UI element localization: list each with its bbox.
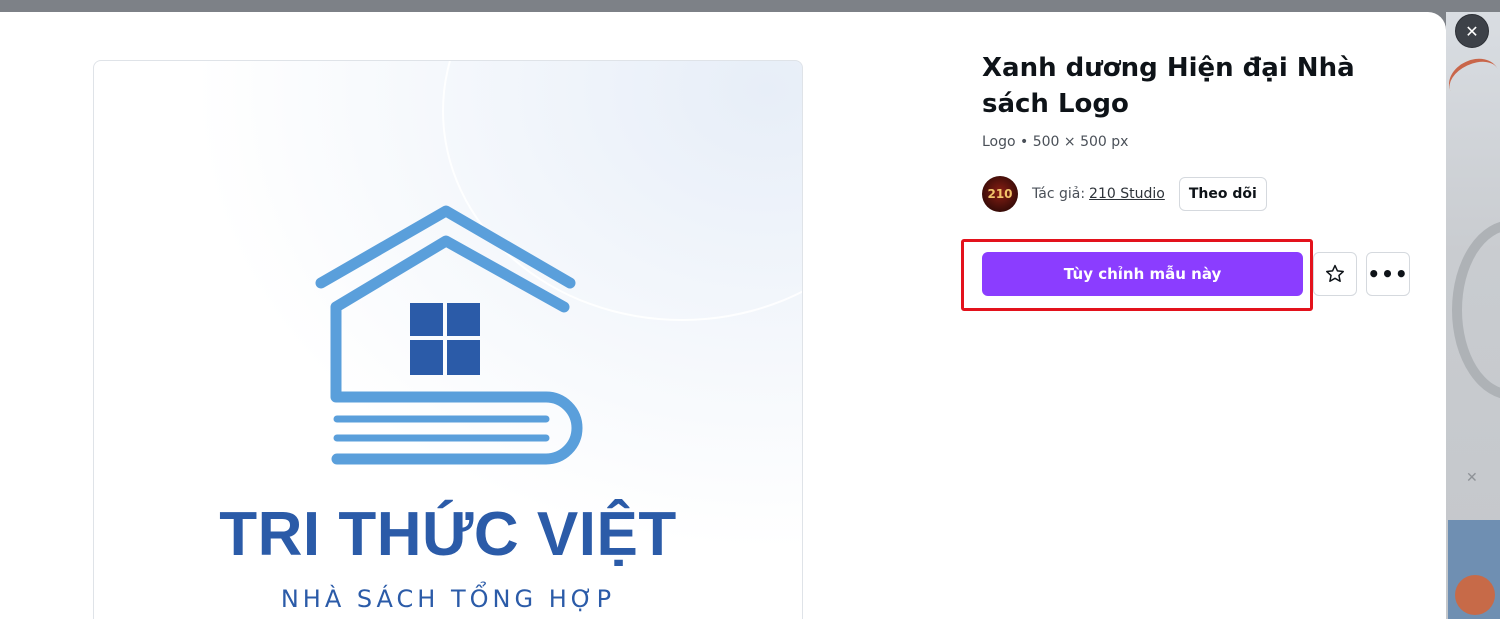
more-horizontal-icon: •••: [1367, 262, 1409, 286]
author-label: Tác giả:: [1032, 186, 1086, 202]
star-icon: [1326, 264, 1344, 282]
template-info: Xanh dương Hiện đại Nhà sách Logo Logo •…: [982, 50, 1422, 150]
logo-tagline: NHÀ SÁCH TỔNG HỢP: [280, 585, 616, 613]
template-meta: Logo • 500 × 500 px: [982, 134, 1129, 150]
template-preview-image: TRI THỨC VIỆT NHÀ SÁCH TỔNG HỢP: [93, 60, 803, 619]
favorite-button[interactable]: [1313, 252, 1357, 296]
template-title: Xanh dương Hiện đại Nhà sách Logo: [982, 53, 1355, 119]
author-row: 210 Tác giả: 210 Studio Theo dõi: [982, 176, 1267, 212]
close-button[interactable]: ✕: [1455, 14, 1489, 48]
close-icon: ✕: [1465, 21, 1479, 41]
template-preview-modal: TRI THỨC VIỆT NHÀ SÁCH TỔNG HỢP Xanh dươ…: [0, 12, 1446, 619]
background-decoration: [1455, 575, 1495, 615]
more-options-button[interactable]: •••: [1366, 252, 1410, 296]
logo-brand-name: TRI THỨC VIỆT: [219, 500, 677, 569]
follow-button[interactable]: Theo dõi: [1178, 177, 1267, 211]
author-link[interactable]: 210 Studio: [1089, 186, 1165, 202]
background-close-icon: ✕: [1466, 470, 1478, 486]
customize-template-button[interactable]: Tùy chỉnh mẫu này: [982, 252, 1303, 296]
author-avatar[interactable]: 210: [982, 176, 1018, 212]
